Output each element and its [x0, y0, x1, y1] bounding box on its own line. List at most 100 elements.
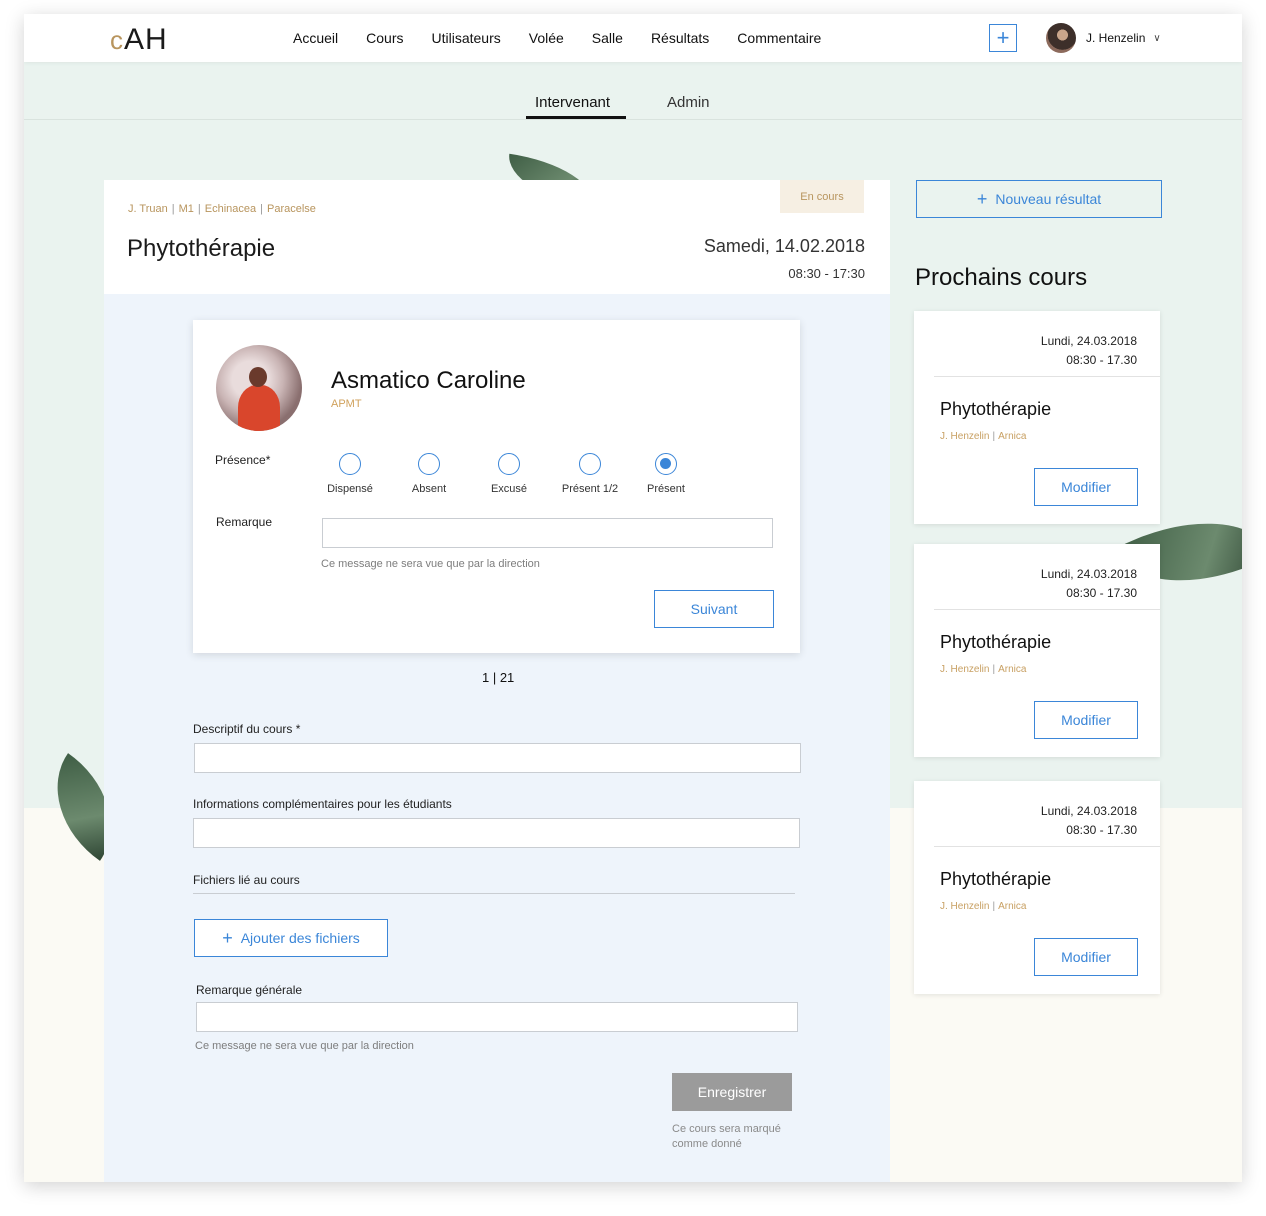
modify-button[interactable]: Modifier — [1034, 938, 1138, 976]
radio-circle[interactable] — [418, 453, 440, 475]
breadcrumb: J. Truan | M1 | Echinacea | Paracelse — [128, 203, 316, 215]
user-menu[interactable]: J. Henzelin ∨ — [1046, 23, 1161, 53]
course-date: Samedi, 14.02.2018 — [703, 236, 865, 256]
nav-item-salle[interactable]: Salle — [592, 30, 623, 46]
role-tabs: Intervenant Admin — [24, 62, 1242, 120]
breadcrumb-module[interactable]: M1 — [179, 203, 194, 215]
infos-label: Informations complémentaires pour les ét… — [193, 797, 452, 811]
tab-admin[interactable]: Admin — [667, 94, 710, 111]
course-teacher: J. Henzelin — [940, 664, 990, 675]
general-remark-input[interactable] — [196, 1002, 798, 1032]
nav-item-resultats[interactable]: Résultats — [651, 30, 709, 46]
course-time: 08:30 - 17.30 — [1066, 586, 1137, 600]
upcoming-course-card: Lundi, 24.03.2018 08:30 - 17.30 Phytothé… — [914, 544, 1160, 757]
radio-dispense[interactable]: Dispensé — [305, 453, 395, 495]
avatar — [1046, 23, 1076, 53]
new-result-label: Nouveau résultat — [995, 191, 1102, 207]
student-photo — [216, 345, 302, 431]
course-date: Lundi, 24.03.2018 — [1040, 804, 1137, 818]
plus-icon: + — [976, 189, 988, 209]
radio-absent[interactable]: Absent — [384, 453, 474, 495]
nav-item-volee[interactable]: Volée — [529, 30, 564, 46]
upcoming-courses-title: Prochains cours — [915, 264, 1088, 291]
modify-button[interactable]: Modifier — [1034, 701, 1138, 739]
radio-excuse[interactable]: Excusé — [464, 453, 554, 495]
radio-circle[interactable] — [498, 453, 520, 475]
add-button[interactable]: + — [989, 24, 1017, 52]
remark-hint: Ce message ne sera vue que par la direct… — [321, 558, 540, 570]
course-header: J. Truan | M1 | Echinacea | Paracelse Phytothé… — [104, 180, 890, 294]
save-button[interactable]: Enregistrer — [672, 1073, 792, 1111]
course-teacher: J. Henzelin — [940, 431, 990, 442]
save-hint: Ce cours sera marqué comme donné — [672, 1123, 781, 1150]
active-tab-indicator — [526, 116, 626, 119]
nav-item-cours[interactable]: Cours — [366, 30, 403, 46]
course-meta: J. Henzelin | Arnica — [940, 431, 1027, 442]
course-time: 08:30 - 17.30 — [1066, 353, 1137, 367]
app-window: cAH Accueil Cours Utilisateurs Volée Sal… — [24, 14, 1242, 1182]
upcoming-course-card: Lundi, 24.03.2018 08:30 - 17.30 Phytothé… — [914, 781, 1160, 994]
remark-input[interactable] — [322, 518, 773, 548]
breadcrumb-room[interactable]: Paracelse — [267, 203, 316, 215]
infos-input[interactable] — [193, 818, 800, 848]
course-title: Phytothérapie — [940, 632, 1052, 652]
radio-label: Excusé — [490, 483, 528, 495]
course-teacher: J. Henzelin — [940, 901, 990, 912]
course-date: Lundi, 24.03.2018 — [1040, 334, 1137, 348]
radio-circle-selected[interactable] — [655, 453, 677, 475]
new-result-button[interactable]: + Nouveau résultat — [916, 180, 1162, 218]
radio-circle[interactable] — [339, 453, 361, 475]
radio-circle[interactable] — [579, 453, 601, 475]
upcoming-course-card: Lundi, 24.03.2018 08:30 - 17.30 Phytothé… — [914, 311, 1160, 524]
radio-present[interactable]: Présent — [621, 453, 711, 495]
course-title: Phytothérapie — [940, 869, 1052, 889]
nav-item-utilisateurs[interactable]: Utilisateurs — [432, 30, 501, 46]
breadcrumb-teacher[interactable]: J. Truan — [128, 203, 168, 215]
descriptif-input[interactable] — [194, 743, 801, 773]
course-time: 08:30 - 17.30 — [1066, 823, 1137, 837]
student-group: APMT — [331, 398, 362, 410]
course-panel: J. Truan | M1 | Echinacea | Paracelse Phytothé… — [104, 180, 890, 1182]
status-badge: En cours — [780, 180, 864, 213]
divider — [934, 376, 1160, 377]
page-title: Phytothérapie — [127, 235, 276, 262]
files-label: Fichiers lié au cours — [193, 873, 300, 887]
student-pager: 1 | 21 — [482, 670, 515, 685]
general-remark-hint: Ce message ne sera vue que par la direct… — [195, 1040, 414, 1052]
files-divider — [193, 893, 795, 894]
course-group: Arnica — [998, 901, 1027, 912]
main-nav: Accueil Cours Utilisateurs Volée Salle R… — [279, 14, 835, 62]
course-group: Arnica — [998, 431, 1027, 442]
student-attendance-card: Asmatico Caroline APMT Présence* Dispens… — [193, 320, 800, 653]
student-name: Asmatico Caroline — [331, 367, 526, 394]
add-files-button[interactable]: + Ajouter des fichiers — [194, 919, 388, 957]
app-logo[interactable]: cAH — [110, 23, 168, 57]
course-time: 08:30 - 17:30 — [788, 266, 865, 281]
tab-intervenant[interactable]: Intervenant — [535, 94, 610, 111]
course-group: Arnica — [998, 664, 1027, 675]
breadcrumb-group[interactable]: Echinacea — [205, 203, 256, 215]
radio-label: Absent — [411, 483, 447, 495]
radio-label: Présent — [647, 483, 685, 495]
modify-button[interactable]: Modifier — [1034, 468, 1138, 506]
nav-item-accueil[interactable]: Accueil — [293, 30, 338, 46]
divider — [934, 846, 1160, 847]
general-remark-label: Remarque générale — [196, 983, 303, 997]
plus-icon: + — [222, 928, 233, 948]
radio-label: Dispensé — [327, 483, 373, 495]
nav-item-commentaire[interactable]: Commentaire — [737, 30, 821, 46]
presence-label: Présence* — [215, 453, 271, 467]
chevron-down-icon: ∨ — [1153, 32, 1161, 44]
descriptif-label: Descriptif du cours * — [193, 722, 301, 736]
course-date: Lundi, 24.03.2018 — [1040, 567, 1137, 581]
divider — [934, 609, 1160, 610]
plus-icon: + — [996, 25, 1010, 50]
course-title: Phytothérapie — [940, 399, 1052, 419]
remark-label: Remarque — [216, 515, 273, 529]
user-name: J. Henzelin — [1086, 31, 1146, 45]
top-navigation: cAH Accueil Cours Utilisateurs Volée Sal… — [24, 14, 1242, 62]
course-meta: J. Henzelin | Arnica — [940, 901, 1027, 912]
add-files-label: Ajouter des fichiers — [240, 930, 360, 946]
next-button[interactable]: Suivant — [654, 590, 774, 628]
course-meta: J. Henzelin | Arnica — [940, 664, 1027, 675]
